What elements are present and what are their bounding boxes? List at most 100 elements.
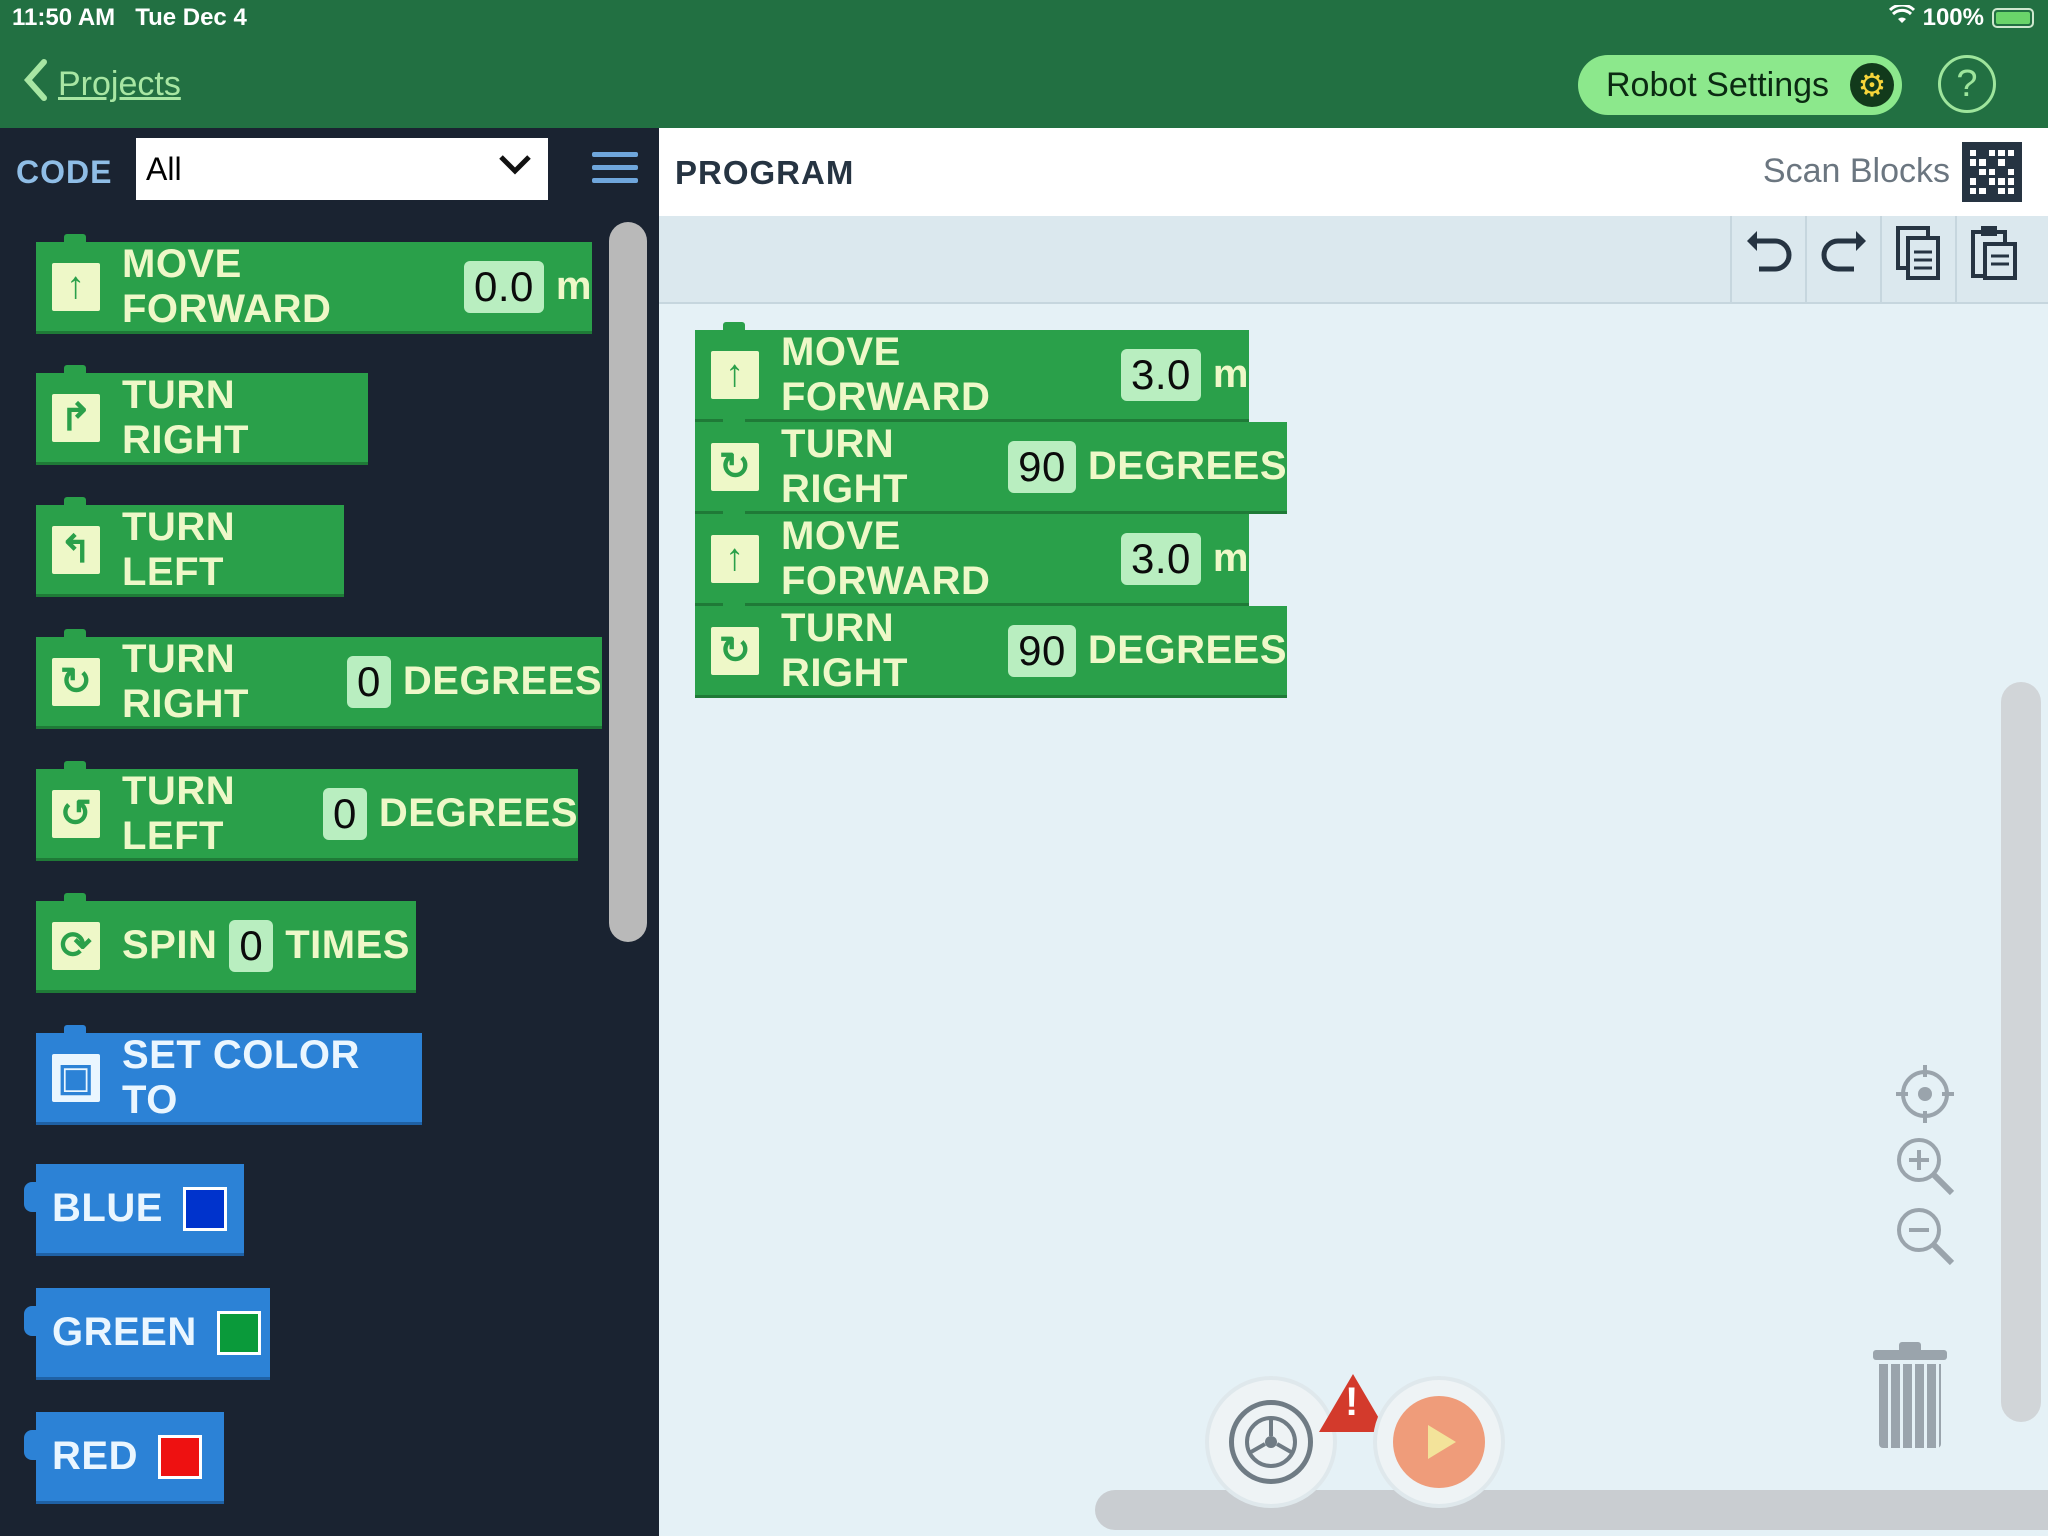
code-label: CODE (16, 154, 113, 190)
arrow-up-icon: ↑ (711, 534, 759, 583)
redo-button[interactable] (1805, 216, 1881, 302)
category-selected: All (146, 150, 182, 187)
palette-block-move-forward[interactable]: ↑ MOVE FORWARD 0.0 m (36, 234, 592, 334)
battery-percent: 100% (1922, 4, 1984, 31)
chevron-down-icon (498, 150, 532, 184)
program-title: PROGRAM (675, 154, 855, 191)
copy-icon (1894, 224, 1944, 294)
block-suffix: DEGREES (402, 659, 602, 703)
palette-header: CODE All (0, 128, 659, 216)
block-value[interactable]: 0 (323, 787, 367, 840)
program-block-turn-right-degrees[interactable]: ↻ TURN RIGHT 90 DEGREES (695, 598, 1287, 698)
block-suffix: m (1212, 536, 1249, 580)
program-header: PROGRAM Scan Blocks (659, 128, 2048, 216)
question-icon: ? (1956, 62, 1978, 105)
program-block-turn-right-degrees[interactable]: ↻ TURN RIGHT 90 DEGREES (695, 414, 1287, 514)
palette-block-turn-right-degrees[interactable]: ↻ TURN RIGHT 0 DEGREES (36, 629, 602, 729)
robot-light-icon: ▣ (52, 1053, 100, 1102)
palette-block-turn-left-degrees[interactable]: ↺ TURN LEFT 0 DEGREES (36, 761, 578, 861)
block-palette: ↑ MOVE FORWARD 0.0 m ↱ TURN RIGHT ↰ TURN… (0, 216, 659, 1536)
scan-blocks-button[interactable]: Scan Blocks (1763, 152, 1950, 191)
block-value[interactable]: 90 (1008, 440, 1076, 493)
chevron-left-icon (22, 58, 48, 111)
run-button[interactable] (1377, 1380, 1501, 1504)
undo-button[interactable] (1730, 216, 1806, 302)
wifi-icon (1888, 3, 1915, 32)
paste-button[interactable] (1955, 216, 2031, 302)
category-dropdown[interactable]: All (136, 138, 548, 200)
arrow-up-icon: ↑ (52, 262, 100, 311)
warning-icon[interactable]: ! (1319, 1374, 1387, 1432)
trash-icon[interactable] (1873, 1340, 1947, 1448)
color-swatch-blue (182, 1186, 227, 1231)
gear-icon: ⚙ (1850, 63, 1894, 107)
block-suffix: DEGREES (1087, 444, 1287, 488)
spin-icon: ⟳ (52, 921, 100, 970)
block-suffix: m (555, 264, 592, 308)
color-label: BLUE (52, 1186, 163, 1230)
palette-block-color-green[interactable]: GREEN (24, 1288, 270, 1380)
rotate-right-icon: ↻ (711, 442, 759, 491)
palette-block-set-color[interactable]: ▣ SET COLOR TO (36, 1025, 422, 1125)
block-value[interactable]: 3.0 (1121, 348, 1201, 401)
block-label: MOVE FORWARD (781, 513, 991, 603)
copy-button[interactable] (1880, 216, 1956, 302)
color-swatch-red (157, 1434, 202, 1479)
help-button[interactable]: ? (1938, 55, 1996, 113)
block-label: TURN LEFT (122, 504, 236, 594)
top-bar: 11:50 AM Tue Dec 4 100% Projects Robot S… (0, 0, 2048, 128)
qr-code-icon[interactable] (1962, 142, 2022, 202)
robot-settings-button[interactable]: Robot Settings ⚙ (1578, 55, 1902, 115)
palette-block-color-blue[interactable]: BLUE (24, 1164, 244, 1256)
block-value[interactable]: 0 (347, 655, 391, 708)
block-suffix: TIMES (285, 923, 410, 967)
status-time: 11:50 AM Tue Dec 4 (12, 4, 247, 31)
workspace-vertical-scrollbar[interactable] (2001, 682, 2041, 1422)
block-label: TURN RIGHT (122, 636, 249, 726)
palette-scrollbar[interactable] (609, 222, 647, 942)
back-to-projects-link[interactable]: Projects (22, 58, 181, 111)
status-indicators: 100% (1888, 3, 2034, 32)
palette-block-turn-right[interactable]: ↱ TURN RIGHT (36, 365, 368, 465)
color-label: RED (52, 1434, 138, 1478)
undo-icon (1743, 227, 1795, 291)
drive-control-button[interactable] (1209, 1380, 1333, 1504)
program-toolbar (659, 216, 2048, 304)
block-label: MOVE FORWARD (781, 329, 991, 419)
rotate-left-icon: ↺ (52, 789, 100, 838)
block-label: TURN LEFT (122, 768, 236, 858)
paste-icon (1969, 224, 2019, 294)
rotate-right-icon: ↻ (711, 626, 759, 675)
menu-icon[interactable] (592, 152, 638, 191)
zoom-in-button[interactable] (1895, 1137, 1955, 1198)
back-label: Projects (58, 65, 181, 103)
turn-right-arrow-icon: ↱ (52, 393, 100, 442)
block-value[interactable]: 0 (229, 919, 274, 972)
block-label: SET COLOR TO (122, 1032, 360, 1122)
program-block-move-forward[interactable]: ↑ MOVE FORWARD 3.0 m (695, 322, 1249, 422)
zoom-out-icon (1894, 1205, 1956, 1272)
palette-block-spin[interactable]: ⟳ SPIN 0 TIMES (36, 893, 416, 993)
block-suffix: DEGREES (378, 791, 578, 835)
recenter-button[interactable] (1895, 1064, 1955, 1126)
block-label: TURN RIGHT (781, 421, 908, 511)
block-suffix: m (1212, 352, 1249, 396)
palette-block-turn-left[interactable]: ↰ TURN LEFT (36, 497, 344, 597)
palette-block-color-red[interactable]: RED (24, 1412, 224, 1504)
color-label: GREEN (52, 1310, 197, 1354)
battery-icon (1992, 8, 2034, 28)
block-label: TURN RIGHT (781, 605, 908, 695)
block-label: MOVE FORWARD (122, 241, 332, 331)
block-label: SPIN (122, 923, 218, 967)
zoom-out-button[interactable] (1895, 1207, 1955, 1268)
workspace-horizontal-scrollbar[interactable] (1095, 1490, 2048, 1530)
color-swatch-green (216, 1310, 261, 1355)
block-value[interactable]: 90 (1008, 624, 1076, 677)
crosshair-icon (1894, 1063, 1956, 1130)
program-workspace[interactable]: ↑ MOVE FORWARD 3.0 m ↻ TURN RIGHT 90 DEG… (659, 304, 2048, 1536)
block-value[interactable]: 0.0 (464, 260, 544, 313)
block-value[interactable]: 3.0 (1121, 532, 1201, 585)
block-suffix: DEGREES (1087, 628, 1287, 672)
rotate-right-icon: ↻ (52, 657, 100, 706)
program-block-move-forward[interactable]: ↑ MOVE FORWARD 3.0 m (695, 506, 1249, 606)
